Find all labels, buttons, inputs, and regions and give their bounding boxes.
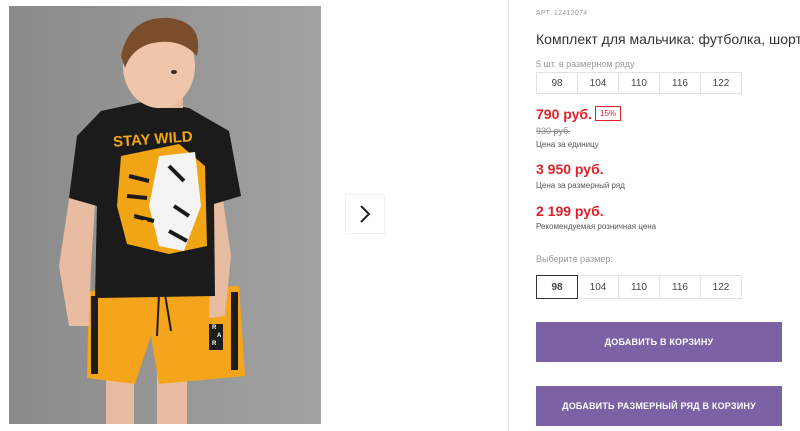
add-size-row-to-cart-button[interactable]: ДОБАВИТЬ РАЗМЕРНЫЙ РЯД В КОРЗИНУ xyxy=(536,386,782,426)
shorts-patch-letter: R xyxy=(212,341,217,347)
product-info: АРТ. 12412074 Комплект для мальчика: фут… xyxy=(536,0,800,431)
row-price: 3 950 руб. xyxy=(536,161,604,177)
size-row-list: 98 104 110 116 122 xyxy=(536,72,742,94)
unit-price: 790 руб. xyxy=(536,106,592,122)
next-image-button[interactable] xyxy=(345,194,385,234)
product-photo-illustration xyxy=(9,6,321,424)
add-to-cart-button[interactable]: ДОБАВИТЬ В КОРЗИНУ xyxy=(536,322,782,362)
retail-price-caption: Рекомендуемая розничная цена xyxy=(536,222,657,231)
column-divider xyxy=(508,0,509,431)
size-row-item: 110 xyxy=(618,72,660,94)
shirt-print-line: ROARRR xyxy=(127,236,158,243)
size-row-item: 122 xyxy=(700,72,742,94)
discount-badge: 15% xyxy=(595,106,622,121)
article-number: АРТ. 12412074 xyxy=(536,10,588,17)
size-selector: 98 104 110 116 122 xyxy=(536,275,742,299)
size-row-label: 5 шт. в размерном ряду xyxy=(536,59,635,69)
product-photo: STAY WILD R ROAR ROARR ROARRR R A R xyxy=(9,6,321,424)
chevron-right-icon xyxy=(360,205,371,223)
choose-size-label: Выберите размер: xyxy=(536,254,613,264)
size-option-110[interactable]: 110 xyxy=(618,275,660,299)
unit-price-caption: Цена за единицу xyxy=(536,140,599,149)
size-option-98[interactable]: 98 xyxy=(536,275,578,299)
old-price: 930 руб. xyxy=(536,126,571,136)
shirt-print-letter: R xyxy=(127,208,135,220)
product-gallery: STAY WILD R ROAR ROARR ROARRR R A R xyxy=(0,0,508,431)
product-title: Комплект для мальчика: футболка, шорты xyxy=(536,31,800,47)
size-row-item: 104 xyxy=(577,72,619,94)
retail-price: 2 199 руб. xyxy=(536,203,604,219)
size-row-item: 116 xyxy=(659,72,701,94)
shorts-patch-letter: R xyxy=(212,325,217,331)
row-price-caption: Цена за размерный ряд xyxy=(536,181,625,190)
shorts-patch-letter: A xyxy=(217,333,222,339)
shirt-print-line: ROARR xyxy=(127,228,153,235)
size-option-122[interactable]: 122 xyxy=(700,275,742,299)
size-option-104[interactable]: 104 xyxy=(577,275,619,299)
shirt-print-line: ROAR xyxy=(127,220,148,227)
size-option-116[interactable]: 116 xyxy=(659,275,701,299)
size-row-item: 98 xyxy=(536,72,578,94)
